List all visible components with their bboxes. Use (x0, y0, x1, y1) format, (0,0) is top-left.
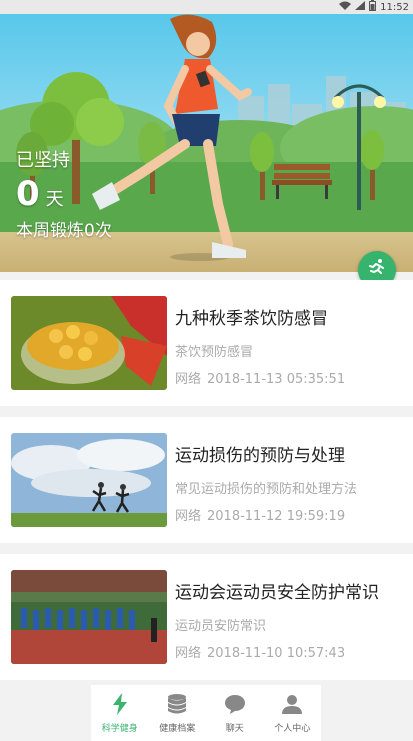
days-counter: 0 天 (16, 174, 112, 214)
person-icon (281, 693, 303, 721)
article-datetime: 2018-11-10 10:57:43 (207, 646, 346, 661)
tab-profile[interactable]: 个人中心 (264, 685, 322, 741)
article-source: 网络 (175, 372, 202, 387)
article-title: 运动损伤的预防与处理 (175, 446, 345, 466)
article-source: 网络 (175, 646, 202, 661)
tab-health-records[interactable]: 健康档案 (149, 685, 207, 741)
days-value: 0 (16, 174, 40, 214)
article-thumbnail (11, 433, 167, 527)
tea-cup-image (11, 296, 167, 390)
kept-label: 已坚持 (16, 150, 70, 171)
bottom-tab-bar: 科学健身 健康档案 聊天 个人中心 (91, 685, 321, 741)
article-title: 九种秋季茶饮防感冒 (175, 309, 328, 329)
lightning-icon (110, 692, 130, 721)
running-icon (367, 258, 387, 282)
article-thumbnail (11, 296, 167, 390)
article-thumbnail (11, 570, 167, 664)
days-unit: 天 (45, 189, 64, 210)
signal-icon (355, 1, 366, 13)
battery-icon (369, 0, 377, 14)
sports-meet-image (11, 570, 167, 664)
article-summary: 运动员安防常识 (175, 619, 267, 634)
tab-label: 聊天 (225, 723, 244, 734)
article-card[interactable]: 运动会运动员安全防护常识 运动员安防常识 网络 2018-11-10 10:57:… (0, 554, 413, 680)
article-summary: 常见运动损伤的预防和处理方法 (175, 482, 358, 497)
article-card[interactable]: 九种秋季茶饮防感冒 茶饮预防感冒 网络 2018-11-13 05:35:51 (0, 280, 413, 406)
database-icon (166, 693, 188, 721)
tab-fitness[interactable]: 科学健身 (91, 685, 149, 741)
exercise-stats: 已坚持 0 天 本周锻炼0次 (16, 146, 112, 241)
article-summary: 茶饮预防感冒 (175, 345, 254, 360)
tab-label: 科学健身 (101, 723, 138, 734)
article-datetime: 2018-11-13 05:35:51 (207, 372, 346, 387)
runners-image (11, 433, 167, 527)
article-card[interactable]: 运动损伤的预防与处理 常见运动损伤的预防和处理方法 网络 2018-11-12 1… (0, 417, 413, 543)
article-meta: 网络 2018-11-12 19:59:19 (175, 505, 351, 524)
article-datetime: 2018-11-12 19:59:19 (207, 509, 346, 524)
status-bar: 11:52 (0, 0, 413, 14)
article-meta: 网络 2018-11-10 10:57:43 (175, 642, 351, 661)
tab-label: 健康档案 (159, 723, 196, 734)
article-meta: 网络 2018-11-13 05:35:51 (175, 368, 351, 387)
article-source: 网络 (175, 509, 202, 524)
tab-chat[interactable]: 聊天 (206, 685, 264, 741)
status-time: 11:52 (380, 1, 409, 13)
hero-banner: 已坚持 0 天 本周锻炼0次 (0, 14, 413, 272)
chat-bubble-icon (224, 693, 246, 721)
wifi-icon (339, 1, 352, 13)
article-title: 运动会运动员安全防护常识 (175, 583, 379, 603)
tab-label: 个人中心 (274, 723, 311, 734)
weekly-count: 本周锻炼0次 (16, 221, 112, 241)
